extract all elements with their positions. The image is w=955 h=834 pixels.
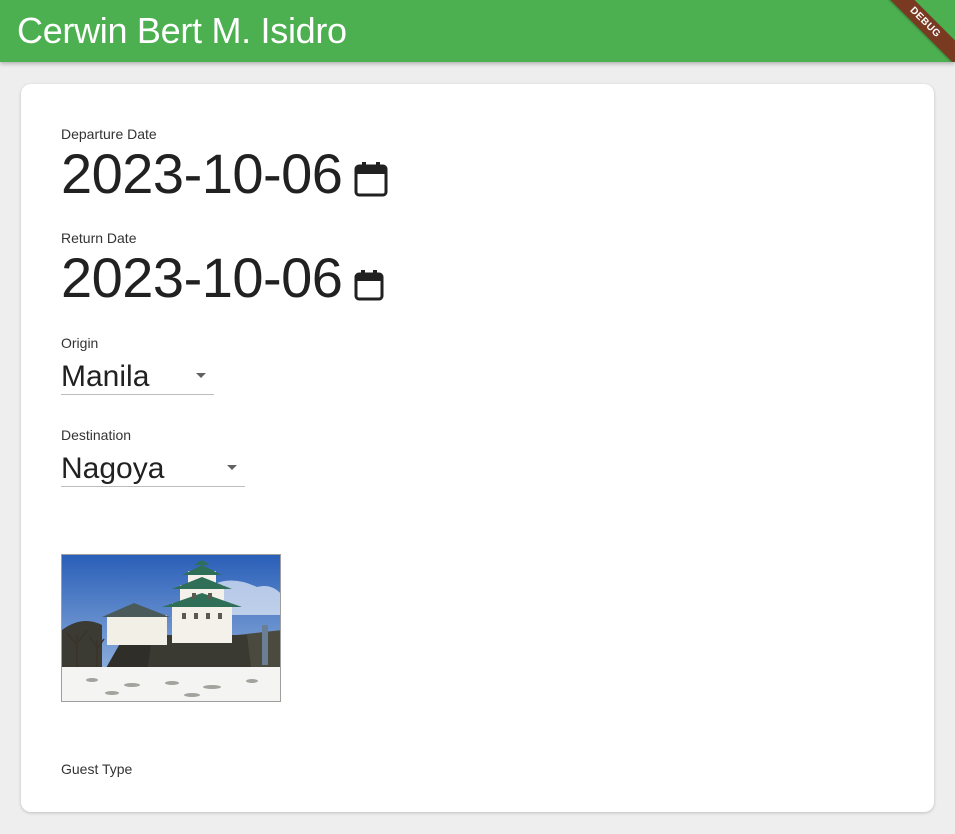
destination-dropdown[interactable]: Nagoya: [61, 452, 245, 487]
origin-dropdown[interactable]: Manila: [61, 360, 214, 395]
app-title: Cerwin Bert M. Isidro: [17, 10, 347, 51]
calendar-icon[interactable]: [354, 269, 384, 306]
return-date-label: Return Date: [61, 230, 137, 246]
guest-type-label: Guest Type: [61, 761, 133, 777]
departure-date-row: 2023-10-06: [61, 144, 388, 204]
dropdown-arrow-icon: [196, 373, 206, 378]
dropdown-arrow-icon: [227, 465, 237, 470]
calendar-icon[interactable]: [354, 161, 388, 202]
return-date-row: 2023-10-06: [61, 248, 384, 308]
destination-value: Nagoya: [61, 452, 165, 485]
origin-value: Manila: [61, 360, 150, 393]
return-date-value: 2023-10-06: [61, 246, 343, 309]
departure-date-label: Departure Date: [61, 126, 157, 142]
debug-banner: DEBUG: [876, 0, 955, 62]
nagoya-castle-image: [61, 554, 281, 702]
origin-label: Origin: [61, 335, 99, 351]
app-bar: Cerwin Bert M. Isidro DEBUG: [0, 0, 955, 62]
booking-form-card: Departure Date 2023-10-06 Return Date 20…: [21, 84, 934, 812]
destination-label: Destination: [61, 427, 132, 443]
departure-date-value: 2023-10-06: [61, 142, 343, 205]
